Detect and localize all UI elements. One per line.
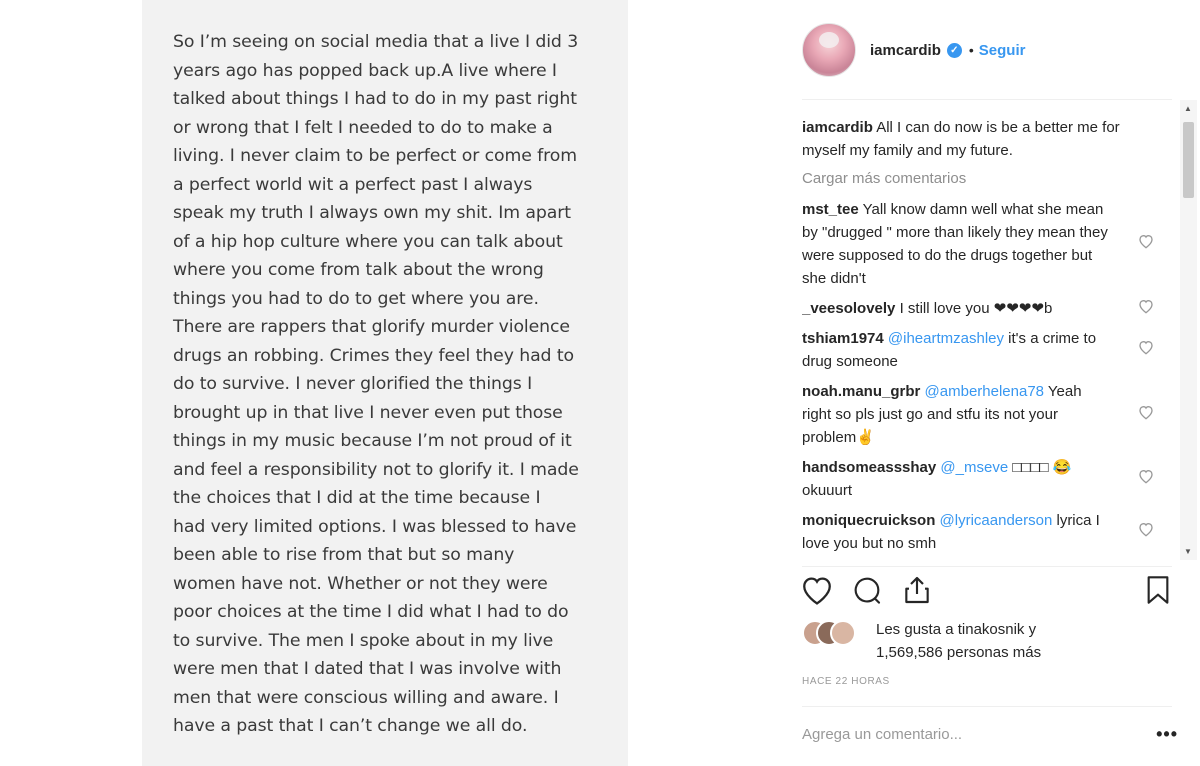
caption-username[interactable]: iamcardib bbox=[802, 119, 873, 136]
like-comment-heart-icon[interactable] bbox=[1138, 468, 1154, 491]
comment-username[interactable]: _veesolovely bbox=[802, 300, 895, 317]
like-comment-heart-icon[interactable] bbox=[1138, 339, 1154, 362]
scroll-down-arrow-icon[interactable]: ▼ bbox=[1184, 547, 1192, 556]
comment-item: moniquecruickson @lyricaanderson lyrica … bbox=[802, 509, 1162, 555]
post-timestamp[interactable]: HACE 22 HORAS bbox=[802, 676, 890, 687]
share-icon[interactable] bbox=[900, 574, 934, 611]
comment-bubble-icon[interactable] bbox=[850, 574, 884, 611]
save-bookmark-icon[interactable] bbox=[1142, 574, 1174, 611]
statement-note-image: So I’m seeing on social media that a liv… bbox=[142, 0, 628, 766]
load-more-comments-link[interactable]: Cargar más comentarios bbox=[802, 170, 1162, 187]
like-heart-icon[interactable] bbox=[800, 574, 834, 611]
liker-avatar bbox=[830, 620, 856, 646]
header-divider bbox=[802, 99, 1172, 100]
actions-divider bbox=[802, 566, 1172, 567]
comments-list[interactable]: iamcardib All I can do now is be a bette… bbox=[802, 116, 1162, 566]
comment-username[interactable]: noah.manu_grbr bbox=[802, 383, 920, 400]
likes-summary[interactable]: Les gusta a tinakosnik y 1,569,586 perso… bbox=[802, 618, 1041, 664]
like-comment-heart-icon[interactable] bbox=[1138, 297, 1154, 320]
like-comment-heart-icon[interactable] bbox=[1138, 403, 1154, 426]
comment-mention[interactable]: @amberhelena78 bbox=[925, 383, 1044, 400]
likes-line-2: 1,569,586 personas más bbox=[876, 644, 1042, 661]
post-image-area: So I’m seeing on social media that a liv… bbox=[0, 0, 780, 766]
statement-text: So I’m seeing on social media that a liv… bbox=[173, 32, 579, 736]
comment-item: _veesolovely I still love you ❤❤❤❤b bbox=[802, 297, 1162, 320]
liker-avatars bbox=[802, 618, 862, 648]
comment-mention[interactable]: @iheartmzashley bbox=[888, 330, 1004, 347]
add-comment-input[interactable]: Agrega un comentario... bbox=[802, 726, 1162, 743]
comment-input-divider bbox=[802, 706, 1172, 707]
comment-username[interactable]: moniquecruickson bbox=[802, 512, 935, 529]
comment-mention[interactable]: @lyricaanderson bbox=[940, 512, 1053, 529]
avatar[interactable] bbox=[802, 23, 856, 77]
comment-username[interactable]: mst_tee bbox=[802, 201, 859, 218]
more-options-icon[interactable]: ••• bbox=[1156, 724, 1178, 745]
follow-button[interactable]: Seguir bbox=[979, 42, 1026, 59]
likes-text: Les gusta a tinakosnik y 1,569,586 perso… bbox=[876, 618, 1041, 664]
comment-item: handsomeassshay @_mseve □□□□ 😂 okuuurt bbox=[802, 456, 1162, 502]
post-sidebar: iamcardib ✓ • Seguir iamcardib All I can… bbox=[780, 0, 1200, 766]
like-comment-heart-icon[interactable] bbox=[1138, 233, 1154, 256]
post-header: iamcardib ✓ • Seguir bbox=[802, 20, 1025, 80]
likes-line-1: Les gusta a tinakosnik y bbox=[876, 621, 1037, 638]
scroll-up-arrow-icon[interactable]: ▲ bbox=[1184, 104, 1192, 113]
post-actions-bar bbox=[800, 574, 1178, 612]
comments-scrollbar[interactable]: ▲ ▼ bbox=[1180, 100, 1197, 560]
scrollbar-thumb[interactable] bbox=[1183, 122, 1194, 198]
post-caption: iamcardib All I can do now is be a bette… bbox=[802, 116, 1162, 162]
separator-dot: • bbox=[968, 42, 974, 58]
comment-text: I still love you ❤❤❤❤b bbox=[899, 300, 1053, 317]
username-link[interactable]: iamcardib bbox=[870, 42, 941, 59]
comment-item: mst_tee Yall know damn well what she mea… bbox=[802, 198, 1162, 290]
comment-username[interactable]: handsomeassshay bbox=[802, 459, 936, 476]
comment-mention[interactable]: @_mseve bbox=[940, 459, 1008, 476]
comment-item: tshiam1974 @iheartmzashley it's a crime … bbox=[802, 327, 1162, 373]
like-comment-heart-icon[interactable] bbox=[1138, 521, 1154, 544]
comment-item: noah.manu_grbr @amberhelena78 Yeah right… bbox=[802, 380, 1162, 449]
verified-badge-icon: ✓ bbox=[946, 42, 962, 58]
comment-username[interactable]: tshiam1974 bbox=[802, 330, 884, 347]
